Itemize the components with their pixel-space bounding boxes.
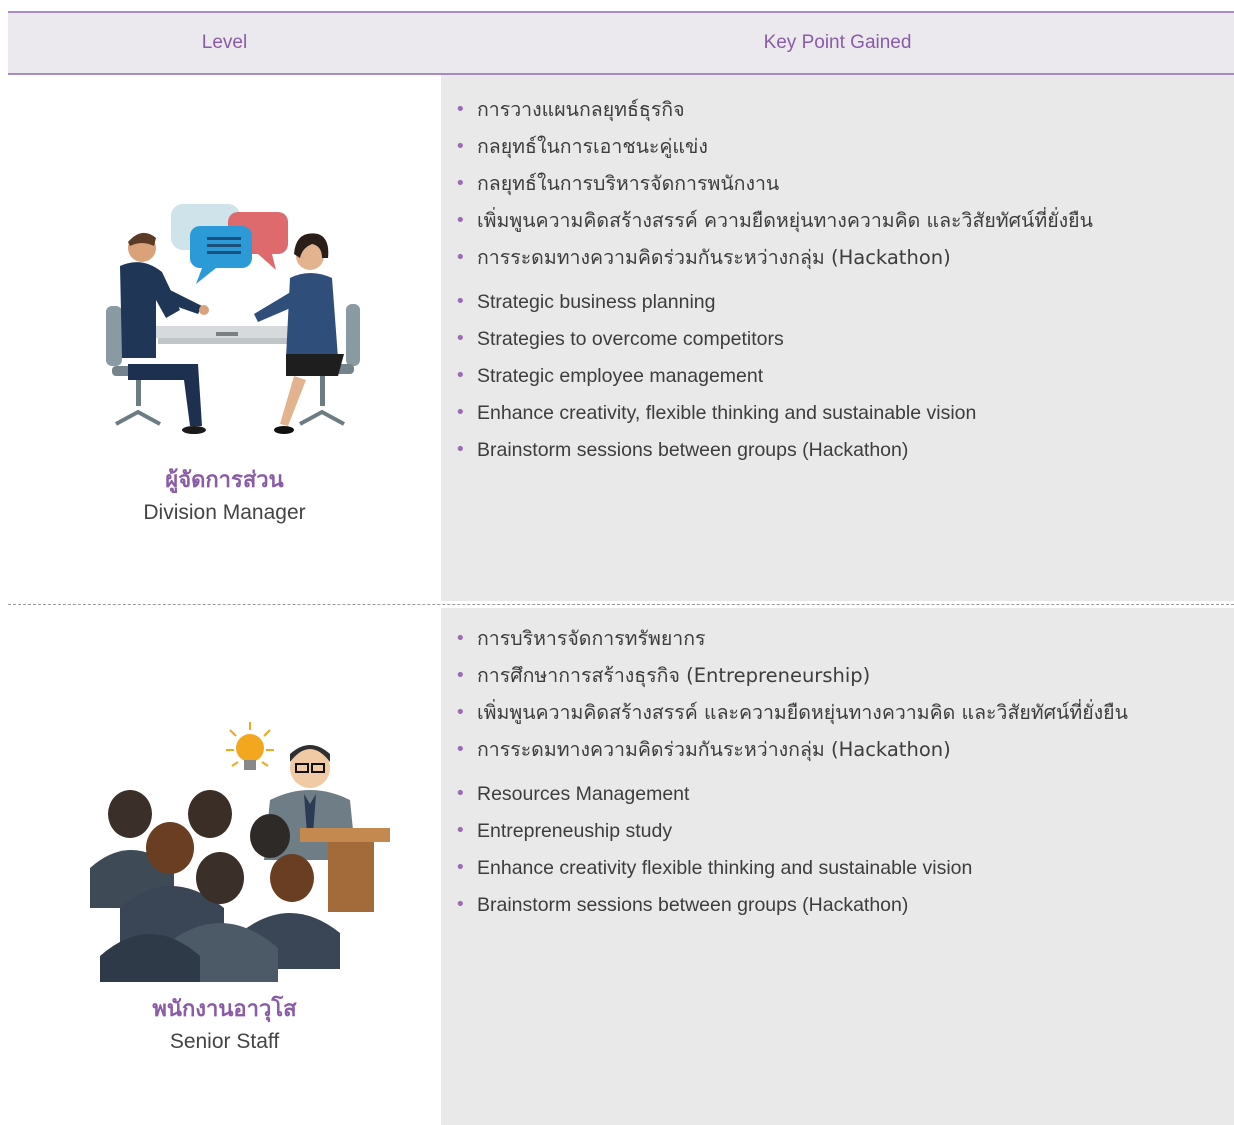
key-point-item: • การวางแผนกลยุทธ์ธุรกิจ: [455, 98, 685, 121]
header-key-point: Key Point Gained: [763, 32, 912, 53]
key-point-item: • Resources Management: [455, 783, 690, 805]
level-name-th: ผู้จัดการส่วน: [165, 468, 284, 493]
row-divider: [8, 604, 1234, 605]
key-point-item: • การระดมทางความคิดร่วมกันระหว่างกลุ่ม (H…: [455, 738, 951, 761]
key-point-text: กลยุทธ์ในการเอาชนะคู่แข่ง: [477, 135, 708, 158]
key-point-text: Strategic employee management: [477, 365, 764, 387]
speech-bubbles: [171, 204, 288, 284]
key-point-text: Entrepreneuship study: [477, 820, 673, 842]
key-point-item: • Strategic employee management: [455, 365, 764, 387]
key-points-list-1: • การวางแผนกลยุทธ์ธุรกิจ • กลยุทธ์ในการเอา…: [445, 91, 1225, 468]
header-level: Level: [201, 32, 248, 53]
key-point-text: Strategic business planning: [477, 291, 716, 313]
key-point-item: • Brainstorm sessions between groups (Hac…: [455, 894, 909, 916]
key-point-text: การระดมทางความคิดร่วมกันระหว่างกลุ่ม (Ha…: [477, 246, 951, 269]
key-point-text: Brainstorm sessions between groups (Hack…: [477, 439, 909, 461]
key-point-item: • Entrepreneuship study: [455, 820, 673, 842]
key-point-text: การบริหารจัดการทรัพยากร: [477, 627, 706, 650]
level-name-en: Senior Staff: [169, 1030, 280, 1053]
key-point-item: • การศึกษาการสร้างธุรกิจ (Entrepreneurshi…: [455, 664, 871, 687]
key-point-item: • Enhance creativity flexible thinking an…: [455, 857, 973, 879]
key-point-item: • เพิ่มพูนความคิดสร้างสรรค์ และความยืดหยุ…: [455, 701, 1128, 724]
key-point-item: • การบริหารจัดการทรัพยากร: [455, 627, 706, 650]
lightbulb-icon: [226, 722, 274, 770]
key-point-text: Strategies to overcome competitors: [477, 328, 784, 350]
key-point-item: • กลยุทธ์ในการบริหารจัดการพนักงาน: [455, 172, 780, 195]
key-points-list-2: • การบริหารจัดการทรัพยากร • การศึกษาการสร้…: [445, 620, 1225, 923]
key-point-text: การศึกษาการสร้างธุรกิจ (Entrepreneurship…: [477, 664, 871, 687]
key-point-text: Enhance creativity, flexible thinking an…: [477, 402, 977, 424]
key-point-text: Enhance creativity flexible thinking and…: [477, 857, 973, 879]
key-point-text: กลยุทธ์ในการบริหารจัดการพนักงาน: [477, 172, 780, 195]
key-point-text: การระดมทางความคิดร่วมกันระหว่างกลุ่ม (Ha…: [477, 738, 951, 761]
key-point-text: เพิ่มพูนความคิดสร้างสรรค์ และความยืดหยุ่…: [477, 701, 1128, 724]
level-name-en: Division Manager: [143, 501, 306, 524]
key-point-item: • Strategies to overcome competitors: [455, 328, 784, 350]
key-point-item: • Brainstorm sessions between groups (Hac…: [455, 439, 909, 461]
key-point-item: • Strategic business planning: [455, 291, 716, 313]
key-point-item: • การระดมทางความคิดร่วมกันระหว่างกลุ่ม (H…: [455, 246, 951, 269]
key-point-item: • กลยุทธ์ในการเอาชนะคู่แข่ง: [455, 135, 708, 158]
key-point-text: Brainstorm sessions between groups (Hack…: [477, 894, 909, 916]
business-meeting-icon: [106, 204, 360, 434]
key-point-text: การวางแผนกลยุทธ์ธุรกิจ: [477, 98, 685, 121]
presentation-audience-icon: [90, 722, 390, 982]
key-point-text: Resources Management: [477, 783, 690, 805]
key-point-item: • เพิ่มพูนความคิดสร้างสรรค์ ความยืดหยุ่นท…: [455, 209, 1093, 232]
level-name-th: พนักงานอาวุโส: [152, 997, 297, 1022]
key-point-item: • Enhance creativity, flexible thinking a…: [455, 402, 977, 424]
key-point-text: เพิ่มพูนความคิดสร้างสรรค์ ความยืดหยุ่นทา…: [477, 209, 1093, 232]
